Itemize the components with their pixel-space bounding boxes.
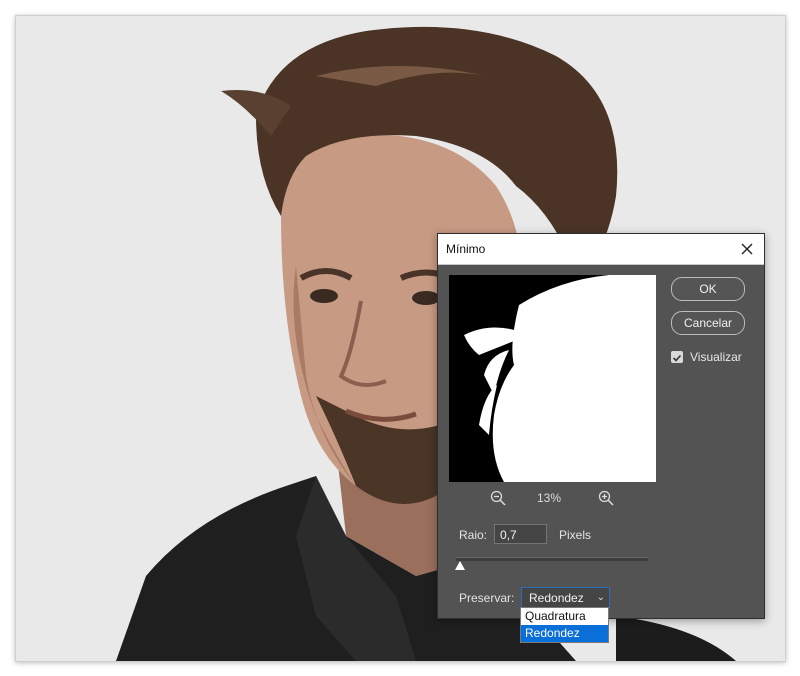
radius-unit: Pixels (559, 528, 592, 542)
radius-input[interactable]: 0,7 (494, 524, 547, 544)
preserve-select[interactable]: Redondez ⌄ (521, 587, 610, 608)
dialog-titlebar: Mínimo (438, 234, 764, 265)
preserve-option-quadratura[interactable]: Quadratura (521, 608, 608, 625)
zoom-out-icon[interactable] (490, 490, 506, 506)
preserve-selected-value: Redondez (529, 591, 584, 605)
radius-label: Raio: (459, 528, 488, 542)
close-icon[interactable] (736, 238, 758, 260)
radius-slider-thumb[interactable] (454, 561, 465, 570)
cancel-button[interactable]: Cancelar (671, 311, 745, 335)
preserve-dropdown-list: Quadratura Redondez (520, 607, 609, 643)
radius-slider-track[interactable] (456, 557, 648, 561)
ok-button[interactable]: OK (671, 277, 745, 301)
preserve-label: Preservar: (459, 591, 515, 605)
preview-checkbox[interactable] (671, 351, 683, 363)
minimo-dialog: Mínimo 13% OK Cancelar Visualizar Raio: … (437, 233, 765, 619)
preview-checkbox-label: Visualizar (690, 350, 742, 364)
checkmark-icon (672, 354, 682, 362)
zoom-in-icon[interactable] (598, 490, 614, 506)
preview-zoom-controls: 13% (449, 488, 656, 508)
dialog-title: Mínimo (446, 242, 486, 256)
preview-window[interactable] (449, 275, 656, 482)
chevron-down-icon: ⌄ (596, 592, 605, 603)
zoom-percentage: 13% (537, 491, 562, 505)
preserve-option-redondez[interactable]: Redondez (521, 625, 608, 642)
